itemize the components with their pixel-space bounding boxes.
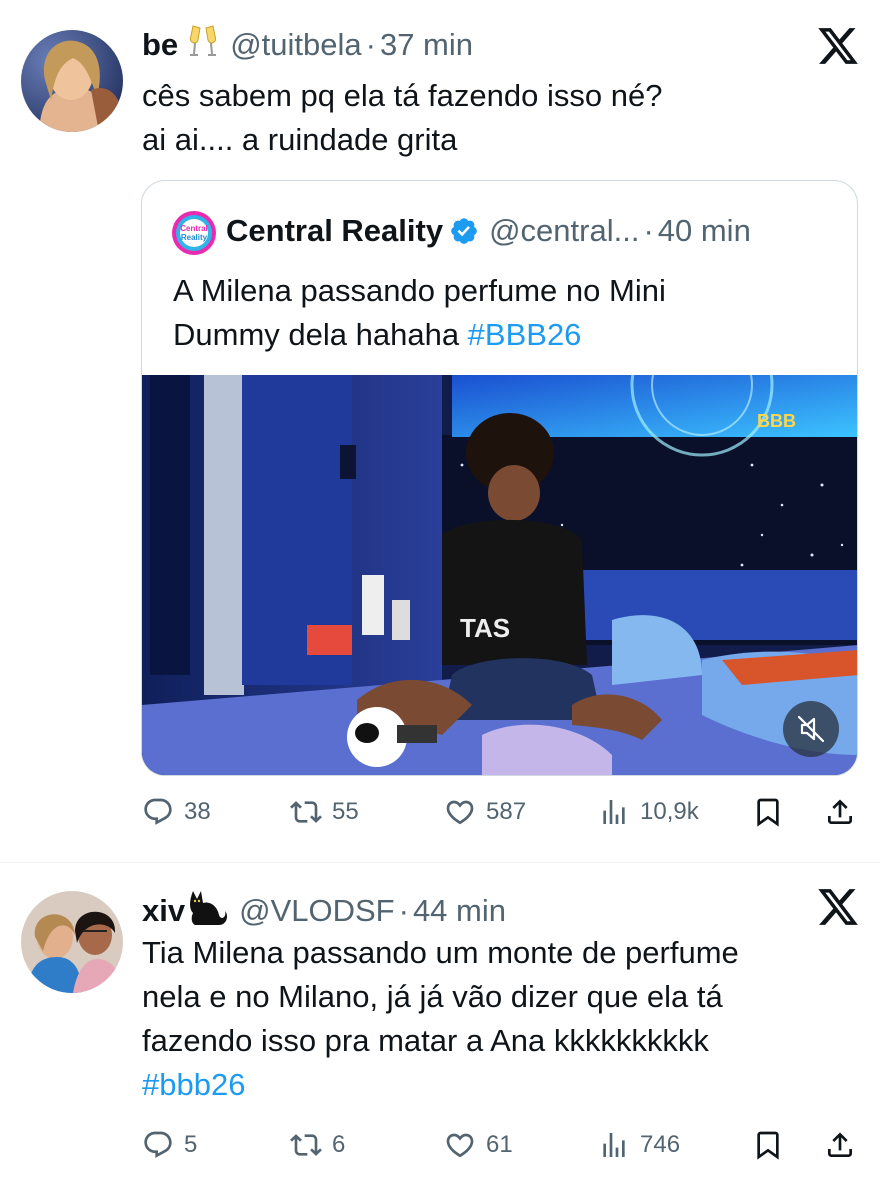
share-icon: [828, 799, 852, 824]
hashtag-link[interactable]: #bbb26: [142, 1063, 739, 1107]
svg-text:Reality: Reality: [181, 233, 208, 242]
text-line: cês sabem pq ela tá fazendo isso né?: [142, 78, 663, 113]
mute-icon: [797, 715, 825, 743]
text-line: Tia Milena passando um monte de perfume: [142, 935, 739, 970]
text-line: fazendo isso pra matar a Ana kkkkkkkkkk: [142, 1023, 709, 1058]
reply-count: 38: [184, 798, 211, 825]
action-bar: 38 55 587 10,9k: [0, 796, 880, 836]
x-logo-icon: [818, 28, 858, 64]
text-plain: Dummy dela hahaha: [173, 317, 468, 352]
reply-button[interactable]: 5: [142, 1129, 197, 1161]
like-icon: [446, 1133, 474, 1158]
repost-icon: [290, 801, 322, 823]
views-button[interactable]: 10,9k: [598, 796, 699, 828]
quoted-display-name[interactable]: Central Reality: [226, 213, 443, 249]
video-media[interactable]: BBB TAS: [142, 313, 857, 775]
avatar[interactable]: [21, 891, 123, 993]
repost-button[interactable]: 55: [290, 796, 359, 828]
text-line: Dummy dela hahaha #BBB26: [173, 313, 666, 357]
text-line: A Milena passando perfume no Mini: [173, 273, 666, 308]
repost-button[interactable]: 6: [290, 1129, 345, 1161]
like-button[interactable]: 587: [444, 796, 526, 828]
bookmark-button[interactable]: [752, 1129, 784, 1161]
separator-dot: ·: [643, 213, 654, 248]
tweet[interactable]: xiv @VLODSF · 44 min Tia Milena passando…: [0, 863, 880, 1200]
text-line: nela e no Milano, já já vão dizer que el…: [142, 979, 723, 1014]
views-count: 746: [640, 1131, 681, 1158]
hashtag-link[interactable]: #BBB26: [468, 317, 582, 352]
bookmark-icon: [757, 798, 779, 827]
svg-text:Central: Central: [180, 224, 208, 233]
text-line: ai ai.... a ruindade grita: [142, 122, 458, 157]
tweet-text: cês sabem pq ela tá fazendo isso né? ai …: [142, 74, 662, 162]
x-logo-icon: [818, 889, 858, 925]
separator-dot: ·: [398, 893, 409, 928]
quoted-handle[interactable]: @central...: [489, 213, 639, 249]
reply-count: 5: [184, 1131, 198, 1158]
bookmark-icon: [757, 1131, 779, 1160]
like-button[interactable]: 61: [444, 1129, 513, 1161]
tweet-text: Tia Milena passando um monte de perfume …: [142, 931, 739, 1107]
quoted-avatar[interactable]: Central Reality: [172, 211, 216, 255]
views-icon: [603, 800, 625, 824]
quoted-tweet[interactable]: Central Reality Central Reality @central…: [141, 180, 858, 776]
repost-icon: [290, 1134, 322, 1156]
like-count: 587: [486, 798, 527, 825]
svg-text:TAS: TAS: [460, 613, 510, 643]
timestamp[interactable]: 37 min: [380, 27, 473, 63]
quoted-text: A Milena passando perfume no Mini Dummy …: [173, 269, 666, 357]
reply-button[interactable]: 38: [142, 796, 211, 828]
author-row: xiv @VLODSF · 44 min: [142, 887, 506, 935]
quoted-timestamp[interactable]: 40 min: [658, 213, 751, 249]
avatar[interactable]: [21, 30, 123, 132]
verified-badge-icon: [451, 218, 477, 244]
views-icon: [603, 1133, 625, 1157]
display-name[interactable]: xiv: [142, 893, 185, 929]
views-count: 10,9k: [640, 798, 699, 825]
like-icon: [446, 800, 474, 825]
separator-dot: ·: [365, 27, 376, 62]
svg-text:BBB: BBB: [757, 411, 796, 431]
views-button[interactable]: 746: [598, 1129, 680, 1161]
black-cat-emoji: [187, 887, 229, 935]
share-button[interactable]: [824, 796, 856, 828]
bookmark-button[interactable]: [752, 796, 784, 828]
mute-button[interactable]: [783, 701, 839, 757]
share-button[interactable]: [824, 1129, 856, 1161]
handle[interactable]: @tuitbela: [230, 27, 361, 63]
handle[interactable]: @VLODSF: [239, 893, 395, 929]
quoted-author-row: Central Reality @central... · 40 min: [226, 213, 751, 249]
share-icon: [828, 1132, 852, 1157]
repost-count: 6: [332, 1131, 346, 1158]
author-row: be @tuitbela · 37 min: [142, 24, 473, 66]
display-name[interactable]: be: [142, 27, 178, 63]
reply-icon: [144, 1131, 172, 1158]
action-bar: 5 6 61 746: [0, 1129, 880, 1169]
reply-icon: [144, 798, 172, 825]
repost-count: 55: [332, 798, 359, 825]
timestamp[interactable]: 44 min: [413, 893, 506, 929]
champagne-emoji: [186, 24, 220, 66]
like-count: 61: [486, 1131, 513, 1158]
tweet[interactable]: be @tuitbela · 37 min cês sabem pq ela t…: [0, 0, 880, 862]
